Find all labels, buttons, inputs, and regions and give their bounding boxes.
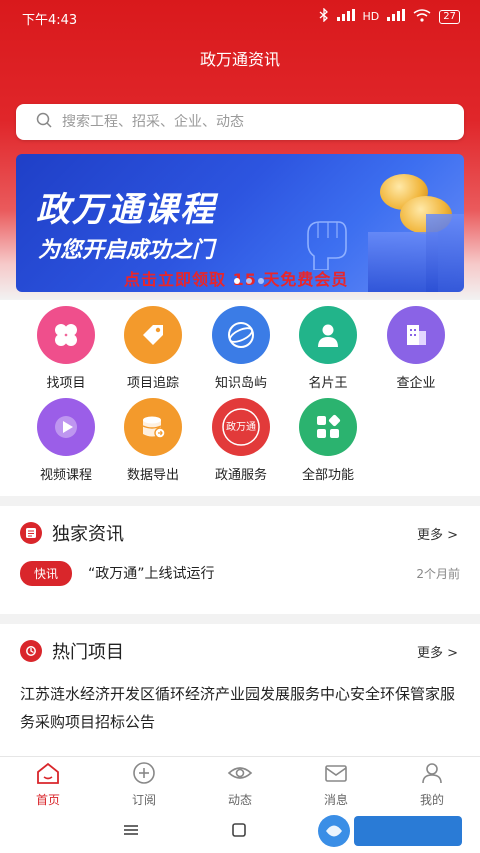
quick-action-data-export[interactable]: 数据导出: [109, 398, 197, 483]
status-icons: HD 27: [319, 7, 460, 25]
quick-action-video-course[interactable]: 视频课程: [22, 398, 110, 483]
flame-icon: [20, 640, 42, 662]
wifi-icon: [413, 8, 431, 25]
database-icon: [124, 398, 182, 456]
nav-label: 订阅: [131, 793, 156, 807]
quick-action-knowledge-island[interactable]: 知识岛屿: [197, 306, 285, 391]
quick-action-project-tracking[interactable]: 项目追踪: [109, 306, 197, 391]
person-icon: [299, 306, 357, 364]
plus-circle-icon: [131, 762, 157, 789]
search-bar[interactable]: [16, 104, 464, 140]
quick-action-label: 找项目: [46, 376, 86, 391]
quick-action-label: 知识岛屿: [214, 376, 267, 391]
nav-label: 我的: [419, 793, 444, 807]
flower-icon: [37, 306, 95, 364]
quick-action-find-project[interactable]: 找项目: [22, 306, 110, 391]
service-logo-icon: 政万通: [212, 398, 270, 456]
fist-icon: [298, 214, 350, 274]
section-header: 热门项目: [20, 638, 124, 664]
eye-icon: [227, 767, 253, 789]
nav-subscribe[interactable]: 订阅: [109, 761, 179, 808]
bluetooth-icon: [319, 7, 329, 25]
project-headline[interactable]: 江苏涟水经济开发区循环经济产业园发展服务中心安全环保管家服务采购项目招标公告: [20, 680, 464, 736]
system-nav-bar: [0, 808, 480, 853]
section-title: 热门项目: [52, 642, 124, 663]
home-icon: [35, 762, 61, 789]
battery-indicator: 27: [439, 9, 460, 24]
quick-action-business-card[interactable]: 名片王: [284, 306, 372, 391]
status-time: 下午4:43: [22, 13, 78, 28]
nav-messages[interactable]: 消息: [301, 761, 371, 808]
news-item[interactable]: 快讯 “政万通”上线试运行 2个月前: [20, 558, 460, 588]
mail-icon: [323, 765, 349, 789]
carousel-dots: [234, 278, 264, 284]
more-link[interactable]: 更多 >: [417, 524, 458, 543]
quick-action-gov-service[interactable]: 政万通 政通服务: [197, 398, 285, 483]
menu-icon[interactable]: [122, 822, 140, 841]
user-icon: [419, 763, 445, 789]
exclusive-news-section: 独家资讯 更多 > 快讯 “政万通”上线试运行 2个月前: [0, 506, 480, 614]
quick-action-label: 名片王: [308, 376, 348, 391]
carousel-dot[interactable]: [246, 278, 252, 284]
grid-icon: [299, 398, 357, 456]
watermark-logo: [314, 812, 464, 850]
news-icon: [20, 522, 42, 544]
tag-icon: [124, 306, 182, 364]
more-link[interactable]: 更多 >: [417, 642, 458, 661]
quick-action-all-functions[interactable]: 全部功能: [284, 398, 372, 483]
news-tag: 快讯: [20, 560, 73, 586]
nav-home[interactable]: 首页: [13, 761, 83, 808]
play-icon: [37, 398, 95, 456]
bottom-nav: 首页 订阅 动态 消息 我的: [0, 756, 480, 808]
nav-label: 首页: [35, 793, 60, 807]
hot-projects-section: 热门项目 更多 > 江苏涟水经济开发区循环经济产业园发展服务中心安全环保管家服务…: [0, 624, 480, 756]
app-title: 政万通资讯: [199, 50, 280, 69]
signal-icon: [336, 9, 355, 24]
quick-action-label: 全部功能: [301, 468, 354, 483]
signal-icon-2: [387, 9, 406, 24]
home-square-icon[interactable]: [231, 822, 247, 841]
banner-subtitle: 为您开启成功之门: [38, 238, 215, 263]
promo-banner[interactable]: 政万通课程 为您开启成功之门 点击立即领取 15 天免费会员: [16, 154, 464, 292]
cube-graphic: [426, 214, 464, 292]
quick-action-company-lookup[interactable]: 查企业: [372, 306, 460, 391]
section-title: 独家资讯: [52, 524, 124, 545]
quick-action-label: 查企业: [396, 376, 436, 391]
nav-label: 动态: [227, 793, 252, 807]
service-logo-text: 政万通: [226, 420, 256, 433]
carousel-dot[interactable]: [258, 278, 264, 284]
quick-actions-grid: 找项目 项目追踪 知识岛屿 名片王 查企业 视频课程 数据导出 政万通 政通服务…: [0, 300, 480, 496]
quick-action-label: 数据导出: [126, 468, 179, 483]
banner-title: 政万通课程: [36, 190, 216, 230]
status-bar: 下午4:43 HD 27: [0, 0, 480, 34]
nav-activity[interactable]: 动态: [205, 761, 275, 808]
carousel-dot[interactable]: [234, 278, 240, 284]
hd-signal-label: HD: [362, 10, 380, 23]
news-time: 2个月前: [416, 566, 460, 581]
quick-action-label: 政通服务: [214, 468, 267, 483]
nav-profile[interactable]: 我的: [397, 761, 467, 808]
section-header: 独家资讯: [20, 520, 124, 546]
quick-action-label: 项目追踪: [126, 376, 179, 391]
search-input[interactable]: [62, 114, 422, 130]
globe-icon: [212, 306, 270, 364]
nav-label: 消息: [323, 793, 348, 807]
news-headline[interactable]: “政万通”上线试运行: [88, 563, 416, 583]
building-icon: [387, 306, 445, 364]
search-icon: [36, 112, 62, 132]
quick-action-label: 视频课程: [39, 468, 92, 483]
